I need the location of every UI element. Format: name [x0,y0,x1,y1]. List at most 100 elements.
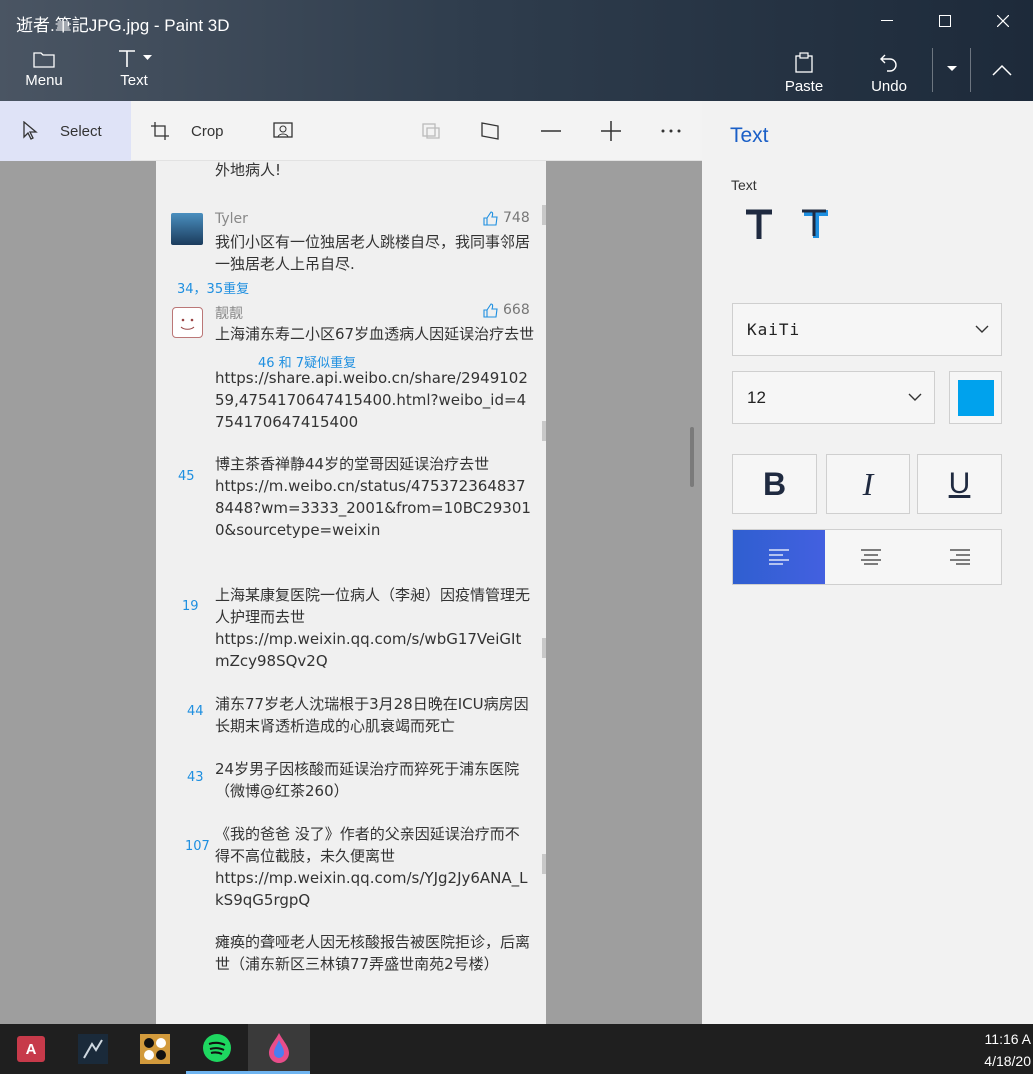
chevron-up-icon [992,64,1012,76]
italic-button[interactable]: I [826,454,910,514]
folder-icon [33,52,55,68]
post-link: https://mp.weixin.qq.com/s/YJg2Jy6ANA_Lk… [215,869,528,909]
like-count: 748 [483,210,530,226]
crop-tool[interactable]: Crop [150,101,240,161]
post-link: https://mp.weixin.qq.com/s/wbG17VeiGItmZ… [215,630,522,670]
avatar [171,213,203,245]
post-text: 瘫痪的聋哑老人因无核酸报告被医院拒诊，后离世（浦东新区三林镇77弄盛世南苑2号楼… [215,933,531,973]
menu-label: Menu [25,72,63,89]
canvas[interactable]: 外地病人! Tyler 748 我们小区有一位独居老人跳楼自尽，我同事邻居一独居… [0,161,702,1024]
post-link: https://m.weibo.cn/status/47537236483784… [215,477,531,539]
underline-button[interactable]: U [917,454,1002,514]
taskbar-spotify-app[interactable] [186,1024,248,1074]
close-button[interactable] [980,6,1026,36]
minimize-icon [881,20,893,21]
post-text: 我们小区有一位独居老人跳楼自尽，我同事邻居一独居老人上吊自尽. [215,233,531,273]
text-panel: Text Text KaiTi 12 B I U [702,101,1033,1024]
panel-title: Text [730,124,769,147]
mixed-reality-icon [481,122,499,140]
taskbar: A 11:16 A 4/18/20 [0,1024,1033,1074]
magic-select-icon [273,122,293,138]
color-picker-button[interactable] [949,371,1002,424]
like-count: 668 [483,302,530,318]
align-left-button[interactable] [733,530,825,584]
post-username: Tyler [215,211,248,227]
menu-button[interactable]: Menu [22,50,66,89]
select-label: Select [60,122,102,140]
smiley-icon [180,318,195,330]
align-center-button[interactable] [825,530,917,584]
clock-date: 4/18/20 [984,1053,1031,1069]
more-options-button[interactable] [660,101,684,161]
post-text: 博主茶香禅静44岁的堂哥因延误治疗去世 [215,455,490,473]
mixed-reality-tool[interactable] [480,101,504,161]
maximize-icon [939,15,951,27]
zoom-in-button[interactable] [600,101,624,161]
zoom-out-button[interactable] [540,101,564,161]
taskbar-access-app[interactable]: A [0,1024,62,1074]
image-scrollbar-mark [542,638,546,658]
align-center-icon [861,549,881,565]
post-text: 上海浦东寿二小区67岁血透病人因延误治疗去世 [215,325,535,343]
paint3d-icon [269,1032,289,1063]
taskbar-kindle-app[interactable] [62,1024,124,1074]
close-icon [997,15,1009,27]
access-icon: A [17,1036,45,1062]
post-text: 浦东77岁老人沈瑞根于3月28日晚在ICU病房因长期末肾透析造成的心肌衰竭而死亡 [215,695,529,735]
taskbar-clock[interactable]: 11:16 A 4/18/20 [984,1028,1031,1072]
undo-icon [880,54,897,72]
post-text: 《我的爸爸 没了》作者的父亲因延误治疗而不得不高位截肢，未久便离世 [215,825,520,865]
chevron-down-icon [947,66,957,71]
select-tool[interactable]: Select [0,101,131,161]
screenshot-image[interactable]: 外地病人! Tyler 748 我们小区有一位独居老人跳楼自尽，我同事邻居一独居… [156,161,546,1024]
alignment-group [732,529,1002,585]
collapse-ribbon-button[interactable] [990,64,1014,76]
chevron-down-icon [142,55,152,60]
post-text: 外地病人! [215,161,282,179]
post-text: 上海某康复医院一位病人（李昶）因疫情管理无人护理而去世 [215,586,531,626]
align-right-icon [950,549,970,565]
bold-button[interactable]: B [732,454,817,514]
window-title: 逝者.筆記JPG.jpg - Paint 3D [16,16,230,35]
divider [932,48,933,92]
maximize-button[interactable] [922,6,968,36]
3d-text-button[interactable] [800,207,830,245]
note-number: 43 [187,770,204,785]
history-dropdown-button[interactable] [944,66,960,72]
note-number: 107 [185,839,210,854]
3d-text-icon [802,209,828,238]
font-size-value: 12 [747,388,766,407]
kindle-icon [78,1034,108,1064]
align-right-button[interactable] [917,530,1003,584]
paste-button[interactable]: Paste [782,52,826,95]
canvas-scrollbar[interactable] [690,427,694,487]
note-number: 19 [182,599,199,614]
title-bar: 逝者.筆記JPG.jpg - Paint 3D Menu Text Paste … [0,0,1033,101]
color-swatch [958,380,994,416]
font-value: KaiTi [747,320,801,339]
undo-button[interactable]: Undo [867,52,911,95]
handwritten-note: 34，35重复 [177,282,250,297]
canvas-toolbar: Select Crop [0,101,702,161]
font-size-dropdown[interactable]: 12 [732,371,935,424]
minimize-button[interactable] [864,6,910,36]
note-number: 45 [178,469,195,484]
2d-text-button[interactable] [744,209,774,245]
3d-view-tool[interactable] [421,101,445,161]
note-number: 44 [187,704,204,719]
go-board-icon [140,1034,170,1064]
taskbar-paint3d-app[interactable] [248,1024,310,1074]
taskbar-game-app[interactable] [124,1024,186,1074]
post-text: 24岁男子因核酸而延误治疗而猝死于浦东医院（微博@红茶260） [215,760,520,800]
italic-label: I [862,465,874,502]
3d-view-icon [422,123,440,139]
spotify-icon [203,1033,231,1062]
avatar [172,307,203,338]
clock-time: 11:16 A [984,1031,1031,1047]
crop-icon [151,122,169,140]
magic-select-tool[interactable] [273,101,297,161]
crop-label: Crop [191,122,224,140]
font-dropdown[interactable]: KaiTi [732,303,1002,356]
post-username: 靓靓 [215,306,243,322]
text-mode-button[interactable]: Text [110,48,158,89]
